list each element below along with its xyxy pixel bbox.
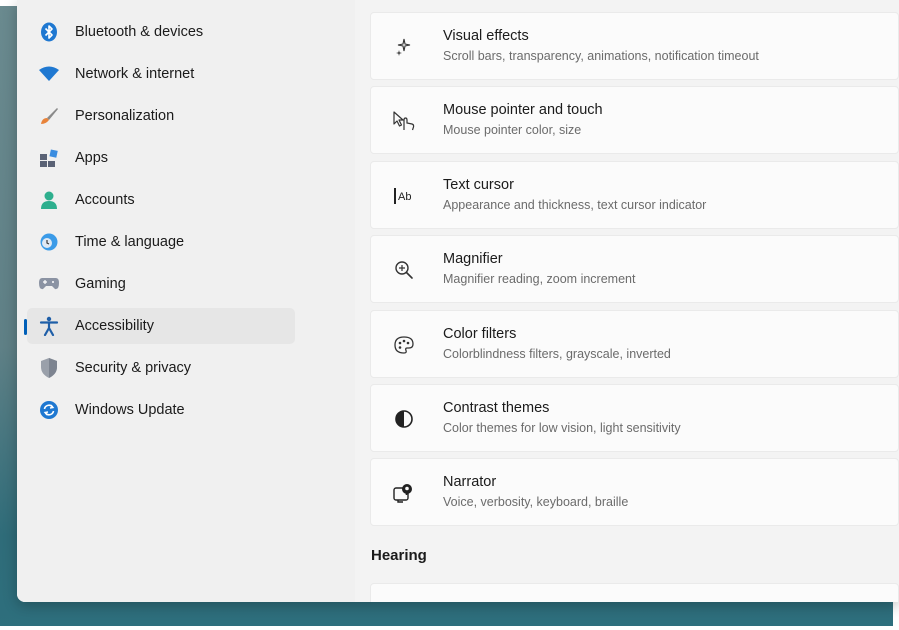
globe-clock-icon: [38, 231, 60, 253]
setting-card-partial[interactable]: [370, 583, 899, 602]
setting-card-description: Appearance and thickness, text cursor in…: [443, 198, 707, 212]
contrast-icon: [391, 407, 417, 431]
wifi-icon: [38, 63, 60, 85]
setting-card-title: Magnifier: [443, 251, 503, 267]
setting-card-description: Colorblindness filters, grayscale, inver…: [443, 347, 671, 361]
palette-icon: [391, 333, 417, 357]
gamepad-icon: [38, 273, 60, 295]
sidebar-item-bluetooth-devices[interactable]: Bluetooth & devices: [27, 14, 295, 50]
sidebar: Bluetooth & devices Network & internet P…: [17, 0, 355, 602]
setting-card-color-filters[interactable]: Color filters Colorblindness filters, gr…: [370, 310, 899, 378]
setting-card-title: Narrator: [443, 474, 497, 490]
screen-frame-bottom: [0, 626, 899, 630]
setting-card-text-cursor[interactable]: Ab Text cursor Appearance and thickness,…: [370, 161, 899, 229]
sidebar-item-label: Security & privacy: [75, 360, 192, 376]
setting-card-description: Color themes for low vision, light sensi…: [443, 421, 681, 435]
sidebar-item-windows-update[interactable]: Windows Update: [27, 392, 295, 428]
setting-card-title: Text cursor: [443, 177, 514, 193]
setting-card-narrator[interactable]: Narrator Voice, verbosity, keyboard, bra…: [370, 458, 899, 526]
setting-card-visual-effects[interactable]: Visual effects Scroll bars, transparency…: [370, 12, 899, 80]
pointer-touch-icon: [391, 109, 417, 133]
setting-card-description: Scroll bars, transparency, animations, n…: [443, 49, 759, 63]
setting-card-magnifier[interactable]: Magnifier Magnifier reading, zoom increm…: [370, 235, 899, 303]
sidebar-item-label: Apps: [75, 150, 109, 166]
active-indicator: [24, 319, 27, 335]
refresh-icon: [38, 399, 60, 421]
sidebar-item-network-internet[interactable]: Network & internet: [27, 56, 295, 92]
magnifier-icon: [391, 258, 417, 282]
sidebar-item-label: Network & internet: [75, 66, 195, 82]
brush-icon: [38, 105, 60, 127]
sidebar-item-gaming[interactable]: Gaming: [27, 266, 295, 302]
apps-icon: [38, 147, 60, 169]
setting-card-description: Voice, verbosity, keyboard, braille: [443, 495, 629, 509]
person-icon: [38, 189, 60, 211]
sidebar-item-label: Accessibility: [75, 318, 154, 334]
sidebar-item-label: Bluetooth & devices: [75, 24, 204, 40]
main-content: Visual effects Scroll bars, transparency…: [355, 0, 899, 602]
sidebar-item-time-language[interactable]: Time & language: [27, 224, 295, 260]
section-title-hearing: Hearing: [371, 547, 427, 564]
sidebar-item-label: Personalization: [75, 108, 175, 124]
setting-card-description: Mouse pointer color, size: [443, 123, 582, 137]
sidebar-item-label: Accounts: [75, 192, 135, 208]
bluetooth-icon: [38, 21, 60, 43]
setting-card-title: Visual effects: [443, 28, 529, 44]
accessibility-icon: [38, 315, 60, 337]
svg-text:Ab: Ab: [398, 191, 411, 203]
sidebar-item-security-privacy[interactable]: Security & privacy: [27, 350, 295, 386]
settings-window: Bluetooth & devices Network & internet P…: [17, 0, 899, 602]
setting-card-contrast-themes[interactable]: Contrast themes Color themes for low vis…: [370, 384, 899, 452]
sidebar-item-accounts[interactable]: Accounts: [27, 182, 295, 218]
sidebar-item-accessibility[interactable]: Accessibility: [24, 308, 295, 344]
sidebar-item-label: Windows Update: [75, 402, 185, 418]
sidebar-item-personalization[interactable]: Personalization: [27, 98, 295, 134]
setting-card-description: Magnifier reading, zoom increment: [443, 272, 636, 286]
setting-card-title: Mouse pointer and touch: [443, 102, 603, 118]
text-cursor-icon: Ab: [391, 184, 417, 208]
setting-card-mouse-pointer-touch[interactable]: Mouse pointer and touch Mouse pointer co…: [370, 86, 899, 154]
narrator-icon: [391, 481, 417, 505]
setting-card-title: Color filters: [443, 326, 517, 342]
sidebar-item-apps[interactable]: Apps: [27, 140, 295, 176]
shield-icon: [38, 357, 60, 379]
setting-card-title: Contrast themes: [443, 400, 550, 416]
sparkle-icon: [391, 35, 417, 59]
sidebar-item-label: Time & language: [75, 234, 185, 250]
sidebar-item-label: Gaming: [75, 276, 126, 292]
